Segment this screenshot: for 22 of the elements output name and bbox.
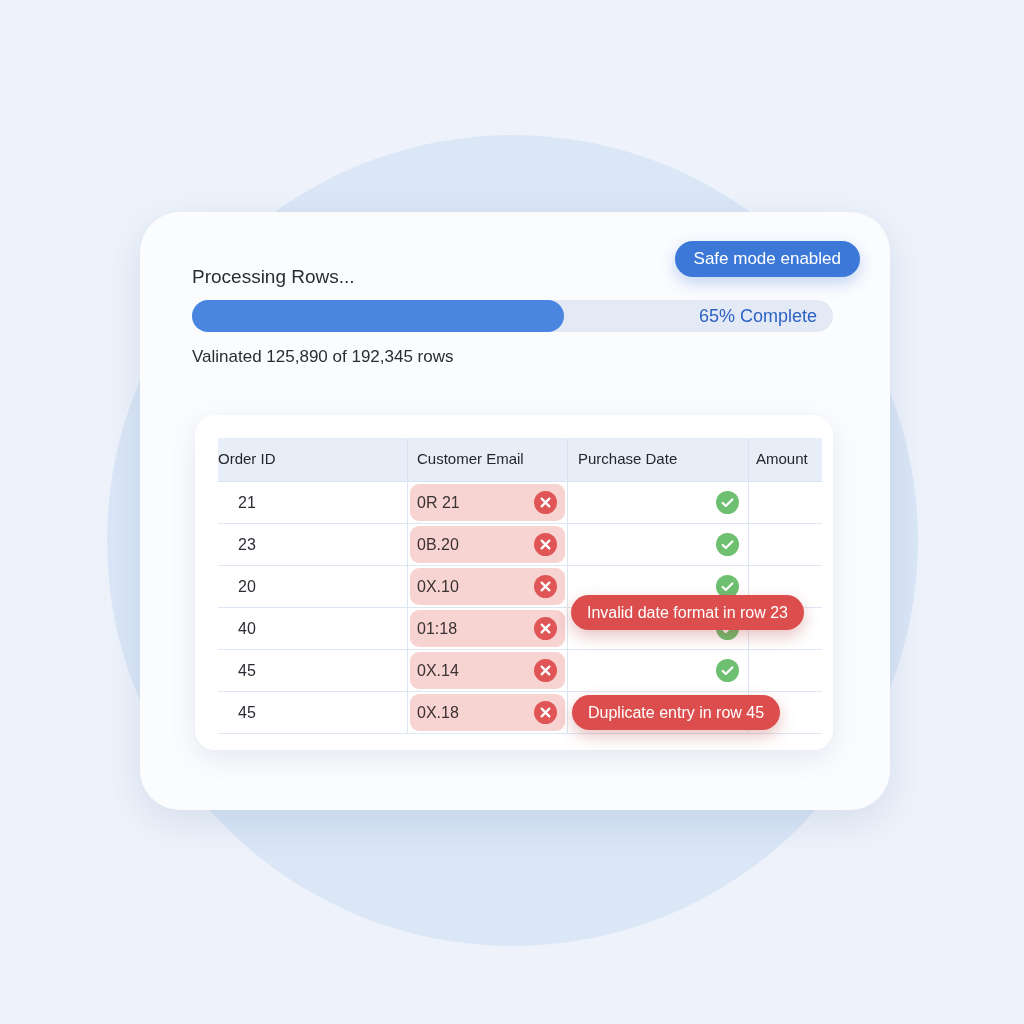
progress-label: 65% Complete: [698, 304, 817, 328]
column-header: Customer Email: [408, 438, 568, 481]
table-cell-text: 23: [238, 534, 256, 555]
table-cell-text: 40: [238, 618, 256, 639]
rows-summary: Valinated 125,890 of 192,345 rows: [192, 347, 454, 367]
column-header: Purchase Date: [568, 438, 749, 481]
error-tooltip: Invalid date format in row 23: [571, 595, 804, 630]
table-cell-text: 45: [238, 702, 256, 723]
cell-text: 01:18: [417, 618, 458, 639]
table-cell-text: 21: [238, 492, 256, 513]
error-tooltip: Duplicate entry in row 45: [572, 695, 781, 730]
cell-text: 0X.10: [417, 576, 459, 597]
column-header: Amount: [755, 449, 809, 470]
cell-text: 0R 21: [417, 492, 460, 513]
processing-title: Processing Rows...: [192, 266, 355, 288]
column-header: Order ID: [218, 438, 408, 481]
cell-text: 0X.14: [417, 660, 459, 681]
cell-text: 0B.20: [417, 534, 459, 555]
table-cell-text: 20: [238, 576, 256, 597]
cell-text: 0X.18: [417, 702, 459, 723]
table-cell-text: 45: [238, 660, 256, 681]
safe-mode-badge: Safe mode enabled: [674, 241, 860, 277]
